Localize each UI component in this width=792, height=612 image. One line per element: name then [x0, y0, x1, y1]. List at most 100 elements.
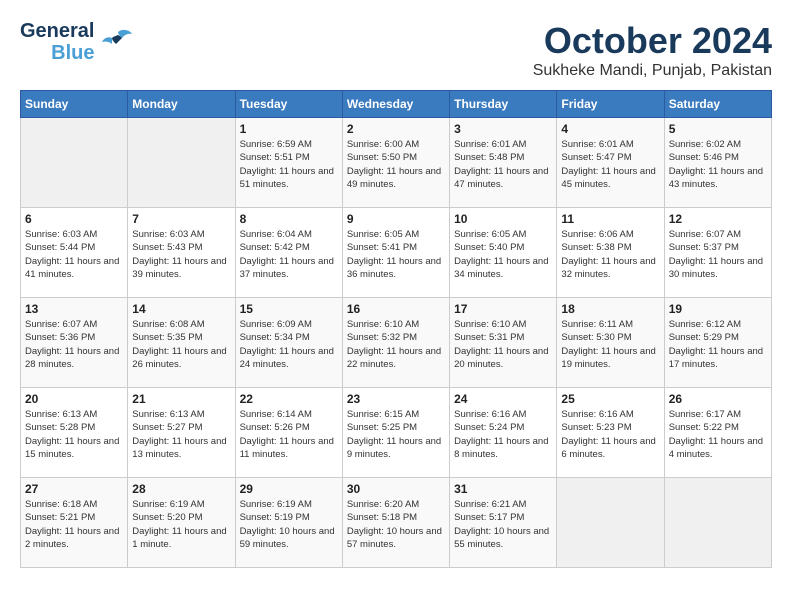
- day-info: Sunrise: 6:02 AMSunset: 5:46 PMDaylight:…: [669, 138, 767, 191]
- day-info: Sunrise: 6:16 AMSunset: 5:24 PMDaylight:…: [454, 408, 552, 461]
- day-info: Sunrise: 6:04 AMSunset: 5:42 PMDaylight:…: [240, 228, 338, 281]
- day-number: 9: [347, 212, 445, 226]
- calendar-cell: 29 Sunrise: 6:19 AMSunset: 5:19 PMDayligh…: [235, 478, 342, 568]
- day-info: Sunrise: 6:09 AMSunset: 5:34 PMDaylight:…: [240, 318, 338, 371]
- day-number: 31: [454, 482, 552, 496]
- day-number: 18: [561, 302, 659, 316]
- column-header-wednesday: Wednesday: [342, 91, 449, 118]
- calendar-cell: 19 Sunrise: 6:12 AMSunset: 5:29 PMDayligh…: [664, 298, 771, 388]
- day-number: 1: [240, 122, 338, 136]
- calendar-cell: 26 Sunrise: 6:17 AMSunset: 5:22 PMDayligh…: [664, 388, 771, 478]
- calendar-cell: [21, 118, 128, 208]
- day-number: 21: [132, 392, 230, 406]
- column-header-tuesday: Tuesday: [235, 91, 342, 118]
- day-info: Sunrise: 6:01 AMSunset: 5:47 PMDaylight:…: [561, 138, 659, 191]
- column-header-monday: Monday: [128, 91, 235, 118]
- calendar-cell: 8 Sunrise: 6:04 AMSunset: 5:42 PMDaylight…: [235, 208, 342, 298]
- calendar-cell: 14 Sunrise: 6:08 AMSunset: 5:35 PMDayligh…: [128, 298, 235, 388]
- calendar-week-row: 20Sunrise: 6:13 AMSunset: 5:28 PMDayligh…: [21, 388, 772, 478]
- day-number: 23: [347, 392, 445, 406]
- day-number: 8: [240, 212, 338, 226]
- calendar-cell: 1 Sunrise: 6:59 AMSunset: 5:51 PMDaylight…: [235, 118, 342, 208]
- calendar-week-row: 27 Sunrise: 6:18 AMSunset: 5:21 PMDayligh…: [21, 478, 772, 568]
- column-header-sunday: Sunday: [21, 91, 128, 118]
- calendar-cell: 18 Sunrise: 6:11 AMSunset: 5:30 PMDayligh…: [557, 298, 664, 388]
- day-number: 25: [561, 392, 659, 406]
- calendar-cell: 31 Sunrise: 6:21 AMSunset: 5:17 PMDayligh…: [450, 478, 557, 568]
- calendar-cell: 13 Sunrise: 6:07 AMSunset: 5:36 PMDayligh…: [21, 298, 128, 388]
- day-info: Sunrise: 6:59 AMSunset: 5:51 PMDaylight:…: [240, 138, 338, 191]
- day-info: Sunrise: 6:00 AMSunset: 5:50 PMDaylight:…: [347, 138, 445, 191]
- day-info: Sunrise: 6:15 AMSunset: 5:25 PMDaylight:…: [347, 408, 445, 461]
- calendar-cell: 11 Sunrise: 6:06 AMSunset: 5:38 PMDayligh…: [557, 208, 664, 298]
- day-info: Sunrise: 6:21 AMSunset: 5:17 PMDaylight:…: [454, 498, 552, 551]
- calendar-cell: [128, 118, 235, 208]
- calendar-cell: 16Sunrise: 6:10 AMSunset: 5:32 PMDayligh…: [342, 298, 449, 388]
- day-info: Sunrise: 6:07 AMSunset: 5:36 PMDaylight:…: [25, 318, 123, 371]
- calendar-cell: 17Sunrise: 6:10 AMSunset: 5:31 PMDayligh…: [450, 298, 557, 388]
- calendar-cell: 15 Sunrise: 6:09 AMSunset: 5:34 PMDayligh…: [235, 298, 342, 388]
- calendar-cell: 10Sunrise: 6:05 AMSunset: 5:40 PMDayligh…: [450, 208, 557, 298]
- calendar-table: SundayMondayTuesdayWednesdayThursdayFrid…: [20, 90, 772, 568]
- day-info: Sunrise: 6:11 AMSunset: 5:30 PMDaylight:…: [561, 318, 659, 371]
- day-info: Sunrise: 6:03 AMSunset: 5:43 PMDaylight:…: [132, 228, 230, 281]
- logo-bird-icon: [98, 24, 134, 60]
- day-info: Sunrise: 6:05 AMSunset: 5:41 PMDaylight:…: [347, 228, 445, 281]
- day-number: 13: [25, 302, 123, 316]
- day-number: 14: [132, 302, 230, 316]
- day-number: 20: [25, 392, 123, 406]
- day-number: 3: [454, 122, 552, 136]
- day-number: 6: [25, 212, 123, 226]
- day-number: 2: [347, 122, 445, 136]
- calendar-cell: 5 Sunrise: 6:02 AMSunset: 5:46 PMDaylight…: [664, 118, 771, 208]
- day-info: Sunrise: 6:08 AMSunset: 5:35 PMDaylight:…: [132, 318, 230, 371]
- calendar-cell: 6 Sunrise: 6:03 AMSunset: 5:44 PMDaylight…: [21, 208, 128, 298]
- day-info: Sunrise: 6:17 AMSunset: 5:22 PMDaylight:…: [669, 408, 767, 461]
- day-number: 29: [240, 482, 338, 496]
- calendar-cell: 22Sunrise: 6:14 AMSunset: 5:26 PMDayligh…: [235, 388, 342, 478]
- day-number: 30: [347, 482, 445, 496]
- day-info: Sunrise: 6:03 AMSunset: 5:44 PMDaylight:…: [25, 228, 123, 281]
- logo-blue: Blue: [51, 42, 94, 64]
- day-info: Sunrise: 6:12 AMSunset: 5:29 PMDaylight:…: [669, 318, 767, 371]
- day-info: Sunrise: 6:01 AMSunset: 5:48 PMDaylight:…: [454, 138, 552, 191]
- day-info: Sunrise: 6:13 AMSunset: 5:27 PMDaylight:…: [132, 408, 230, 461]
- calendar-week-row: 6 Sunrise: 6:03 AMSunset: 5:44 PMDaylight…: [21, 208, 772, 298]
- page-header: General Blue October 2024 Sukheke Mandi,…: [20, 20, 772, 80]
- day-number: 4: [561, 122, 659, 136]
- column-header-friday: Friday: [557, 91, 664, 118]
- day-info: Sunrise: 6:10 AMSunset: 5:31 PMDaylight:…: [454, 318, 552, 371]
- calendar-cell: 21 Sunrise: 6:13 AMSunset: 5:27 PMDayligh…: [128, 388, 235, 478]
- day-info: Sunrise: 6:19 AMSunset: 5:20 PMDaylight:…: [132, 498, 230, 551]
- calendar-cell: 30 Sunrise: 6:20 AMSunset: 5:18 PMDayligh…: [342, 478, 449, 568]
- calendar-cell: 3 Sunrise: 6:01 AMSunset: 5:48 PMDaylight…: [450, 118, 557, 208]
- calendar-cell: 28 Sunrise: 6:19 AMSunset: 5:20 PMDayligh…: [128, 478, 235, 568]
- day-number: 10: [454, 212, 552, 226]
- calendar-cell: 7Sunrise: 6:03 AMSunset: 5:43 PMDaylight…: [128, 208, 235, 298]
- day-number: 15: [240, 302, 338, 316]
- month-title: October 2024: [533, 20, 772, 62]
- day-info: Sunrise: 6:20 AMSunset: 5:18 PMDaylight:…: [347, 498, 445, 551]
- logo-general: General: [20, 20, 94, 42]
- calendar-cell: 25 Sunrise: 6:16 AMSunset: 5:23 PMDayligh…: [557, 388, 664, 478]
- day-number: 27: [25, 482, 123, 496]
- day-info: Sunrise: 6:19 AMSunset: 5:19 PMDaylight:…: [240, 498, 338, 551]
- day-number: 19: [669, 302, 767, 316]
- day-number: 5: [669, 122, 767, 136]
- day-info: Sunrise: 6:06 AMSunset: 5:38 PMDaylight:…: [561, 228, 659, 281]
- day-number: 12: [669, 212, 767, 226]
- calendar-header-row: SundayMondayTuesdayWednesdayThursdayFrid…: [21, 91, 772, 118]
- calendar-cell: [557, 478, 664, 568]
- day-number: 26: [669, 392, 767, 406]
- day-number: 28: [132, 482, 230, 496]
- day-info: Sunrise: 6:10 AMSunset: 5:32 PMDaylight:…: [347, 318, 445, 371]
- calendar-cell: 27 Sunrise: 6:18 AMSunset: 5:21 PMDayligh…: [21, 478, 128, 568]
- day-number: 24: [454, 392, 552, 406]
- day-info: Sunrise: 6:16 AMSunset: 5:23 PMDaylight:…: [561, 408, 659, 461]
- day-info: Sunrise: 6:14 AMSunset: 5:26 PMDaylight:…: [240, 408, 338, 461]
- day-info: Sunrise: 6:18 AMSunset: 5:21 PMDaylight:…: [25, 498, 123, 551]
- column-header-thursday: Thursday: [450, 91, 557, 118]
- day-number: 11: [561, 212, 659, 226]
- calendar-cell: 20Sunrise: 6:13 AMSunset: 5:28 PMDayligh…: [21, 388, 128, 478]
- calendar-cell: 4 Sunrise: 6:01 AMSunset: 5:47 PMDaylight…: [557, 118, 664, 208]
